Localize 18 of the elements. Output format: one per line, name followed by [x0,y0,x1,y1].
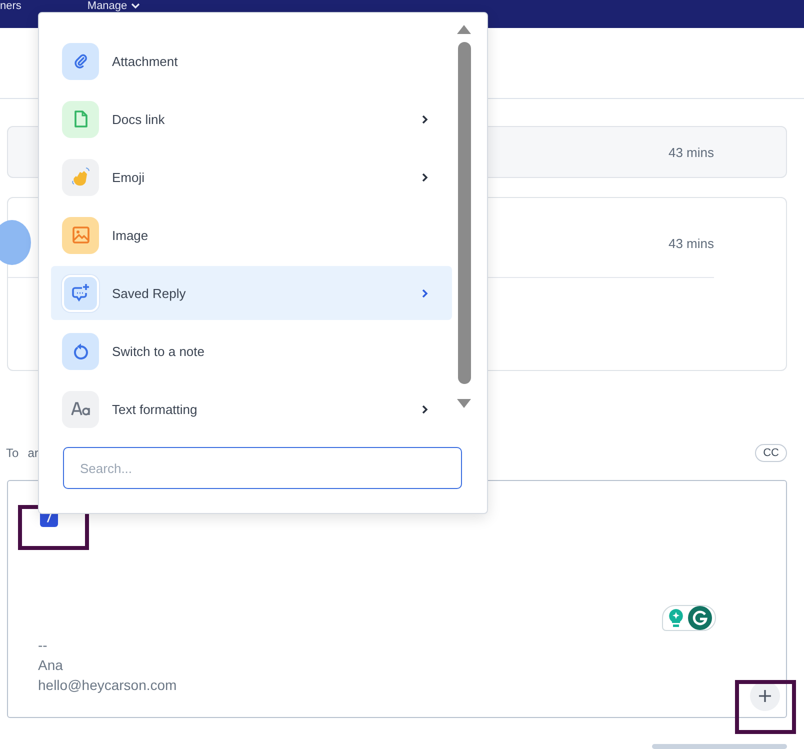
message-time: 43 mins [668,144,714,160]
menu-item[interactable]: Saved Reply [51,266,452,320]
menu-item[interactable]: Attachment [51,34,452,88]
cc-button[interactable]: CC [755,444,787,462]
menu-item[interactable]: Switch to a note [51,324,452,378]
nav-link[interactable]: Manage [87,0,140,12]
recipient-text: ar [28,446,38,460]
menu-item[interactable]: Emoji [51,150,452,204]
signature-line: hello@heycarson.com [38,676,177,695]
message-time: 43 mins [668,236,714,251]
search-field[interactable]: Search... [63,447,462,489]
to-label: To [6,446,19,460]
menu-item[interactable]: Docs link [51,92,452,146]
signature-line: -- [38,636,48,655]
nav-link[interactable]: ners [0,0,22,12]
menu-item[interactable]: Text formatting [51,382,452,436]
signature-line: Ana [38,656,64,675]
menu-item[interactable]: Image [51,208,452,262]
